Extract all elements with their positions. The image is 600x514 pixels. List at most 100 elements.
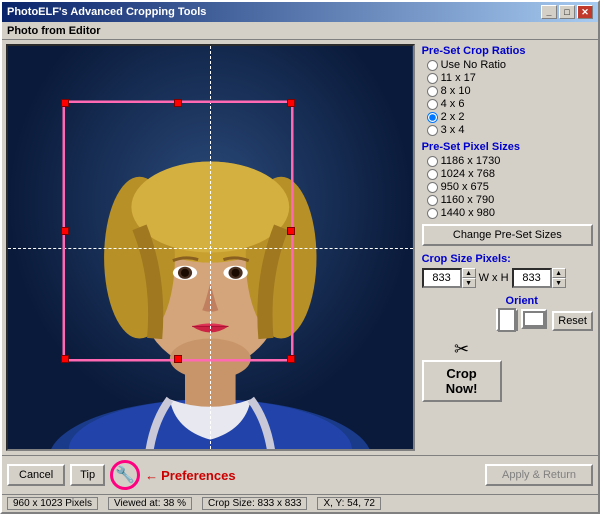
ratio-3x4-radio[interactable] — [427, 125, 438, 136]
orient-portrait-button[interactable] — [496, 309, 518, 331]
preset-ratios-title: Pre-Set Crop Ratios — [422, 45, 593, 57]
ratio-2x2-label: 2 x 2 — [441, 111, 465, 123]
preset-pixels-section: Pre-Set Pixel Sizes 1186 x 1730 1024 x 7… — [422, 141, 593, 219]
photo-canvas[interactable] — [6, 44, 415, 451]
ratio-4x6-label: 4 x 6 — [441, 98, 465, 110]
ratio-8x10-radio[interactable] — [427, 86, 438, 97]
title-bar-buttons: _ □ ✕ — [541, 5, 593, 19]
height-input[interactable] — [512, 268, 552, 288]
pixel-1024x768-label: 1024 x 768 — [441, 168, 495, 180]
handle-right-center[interactable] — [287, 227, 295, 235]
ratio-11x17-label: 11 x 17 — [441, 72, 476, 84]
pixel-1160x790-radio[interactable] — [427, 195, 438, 206]
ratio-2x2-radio[interactable] — [427, 112, 438, 123]
handle-left-center[interactable] — [61, 227, 69, 235]
width-spin-buttons: ▲ ▼ — [462, 268, 476, 288]
status-crop-size: Crop Size: 833 x 833 — [202, 497, 307, 510]
crop-rectangle[interactable] — [63, 101, 293, 361]
reset-button[interactable]: Reset — [552, 311, 593, 331]
main-window: PhotoELF's Advanced Cropping Tools _ □ ✕… — [0, 0, 600, 514]
pixel-950x675-label: 950 x 675 — [441, 181, 489, 193]
arrow-icon: ← — [145, 468, 158, 483]
sub-title-text: Photo from Editor — [7, 25, 101, 37]
ratio-3x4[interactable]: 3 x 4 — [427, 124, 593, 136]
orient-area: Orient Reset — [422, 295, 593, 331]
crop-size-inputs: ▲ ▼ W x H ▲ ▼ — [422, 268, 593, 288]
photo-image — [8, 46, 413, 449]
preset-ratios-section: Pre-Set Crop Ratios Use No Ratio 11 x 17… — [422, 45, 593, 136]
handle-bottom-left[interactable] — [61, 355, 69, 363]
height-spin: ▲ ▼ — [512, 268, 566, 288]
pixel-950x675[interactable]: 950 x 675 — [427, 181, 593, 193]
preset-pixels-title: Pre-Set Pixel Sizes — [422, 141, 593, 153]
ratio-8x10[interactable]: 8 x 10 — [427, 85, 593, 97]
crop-size-label: Crop Size Pixels: — [422, 253, 593, 265]
pixel-1440x980-radio[interactable] — [427, 208, 438, 219]
window-title: PhotoELF's Advanced Cropping Tools — [7, 6, 206, 18]
sub-title-bar: Photo from Editor — [2, 22, 598, 40]
orient-section: Orient — [496, 295, 547, 331]
portrait-icon — [498, 308, 516, 332]
preferences-text: Preferences — [161, 468, 235, 483]
main-content: Pre-Set Crop Ratios Use No Ratio 11 x 17… — [2, 40, 598, 455]
landscape-icon — [523, 311, 545, 327]
ratio-8x10-label: 8 x 10 — [441, 85, 471, 97]
handle-bottom-center[interactable] — [174, 355, 182, 363]
preset-ratios-group: Use No Ratio 11 x 17 8 x 10 4 x 6 — [422, 59, 593, 136]
pixel-1160x790[interactable]: 1160 x 790 — [427, 194, 593, 206]
width-up-button[interactable]: ▲ — [462, 268, 476, 278]
handle-top-left[interactable] — [61, 99, 69, 107]
ratio-3x4-label: 3 x 4 — [441, 124, 465, 136]
height-spin-buttons: ▲ ▼ — [552, 268, 566, 288]
status-view: Viewed at: 38 % — [108, 497, 192, 510]
pixel-1160x790-label: 1160 x 790 — [441, 194, 495, 206]
handle-top-center[interactable] — [174, 99, 182, 107]
scissors-crop: ✂ Crop Now! — [422, 339, 502, 402]
pixel-1440x980[interactable]: 1440 x 980 — [427, 207, 593, 219]
tip-button[interactable]: Tip — [70, 464, 105, 486]
change-preset-button[interactable]: Change Pre-Set Sizes — [422, 224, 593, 246]
status-dimensions: 960 x 1023 Pixels — [7, 497, 98, 510]
crop-size-section: Crop Size Pixels: ▲ ▼ W x H ▲ — [422, 253, 593, 288]
cancel-button[interactable]: Cancel — [7, 464, 65, 486]
ratio-4x6-radio[interactable] — [427, 99, 438, 110]
apply-return-button[interactable]: Apply & Return — [485, 464, 593, 486]
status-coords: X, Y: 54, 72 — [317, 497, 381, 510]
crop-now-area: ✂ Crop Now! — [422, 339, 593, 402]
handle-top-right[interactable] — [287, 99, 295, 107]
handle-bottom-right[interactable] — [287, 355, 295, 363]
preferences-wrench-button[interactable]: 🔧 — [110, 460, 140, 490]
title-bar: PhotoELF's Advanced Cropping Tools _ □ ✕ — [2, 2, 598, 22]
ratio-11x17-radio[interactable] — [427, 73, 438, 84]
minimize-button[interactable]: _ — [541, 5, 557, 19]
status-bar: 960 x 1023 Pixels Viewed at: 38 % Crop S… — [2, 494, 598, 512]
width-spin: ▲ ▼ — [422, 268, 476, 288]
preset-pixels-group: 1186 x 1730 1024 x 768 950 x 675 1160 x … — [422, 155, 593, 219]
orient-buttons — [496, 309, 547, 331]
close-button[interactable]: ✕ — [577, 5, 593, 19]
crop-now-button[interactable]: Crop Now! — [422, 360, 502, 402]
orient-label: Orient — [506, 295, 538, 307]
pixel-1186x1730-radio[interactable] — [427, 156, 438, 167]
orient-landscape-button[interactable] — [521, 309, 547, 329]
pixel-950x675-radio[interactable] — [427, 182, 438, 193]
height-down-button[interactable]: ▼ — [552, 278, 566, 288]
ratio-4x6[interactable]: 4 x 6 — [427, 98, 593, 110]
width-input[interactable] — [422, 268, 462, 288]
height-up-button[interactable]: ▲ — [552, 268, 566, 278]
pixel-1186x1730[interactable]: 1186 x 1730 — [427, 155, 593, 167]
ratio-none[interactable]: Use No Ratio — [427, 59, 593, 71]
preferences-label: ← Preferences — [145, 468, 235, 483]
pixel-1440x980-label: 1440 x 980 — [441, 207, 495, 219]
pixel-1024x768-radio[interactable] — [427, 169, 438, 180]
bottom-bar: Cancel Tip 🔧 ← Preferences Apply & Retur… — [2, 455, 598, 512]
ratio-11x17[interactable]: 11 x 17 — [427, 72, 593, 84]
side-panel: Pre-Set Crop Ratios Use No Ratio 11 x 17… — [419, 40, 598, 455]
ratio-2x2[interactable]: 2 x 2 — [427, 111, 593, 123]
width-down-button[interactable]: ▼ — [462, 278, 476, 288]
action-row: Cancel Tip 🔧 ← Preferences Apply & Retur… — [2, 455, 598, 494]
pixel-1024x768[interactable]: 1024 x 768 — [427, 168, 593, 180]
ratio-none-label: Use No Ratio — [441, 59, 506, 71]
maximize-button[interactable]: □ — [559, 5, 575, 19]
ratio-none-radio[interactable] — [427, 60, 438, 71]
